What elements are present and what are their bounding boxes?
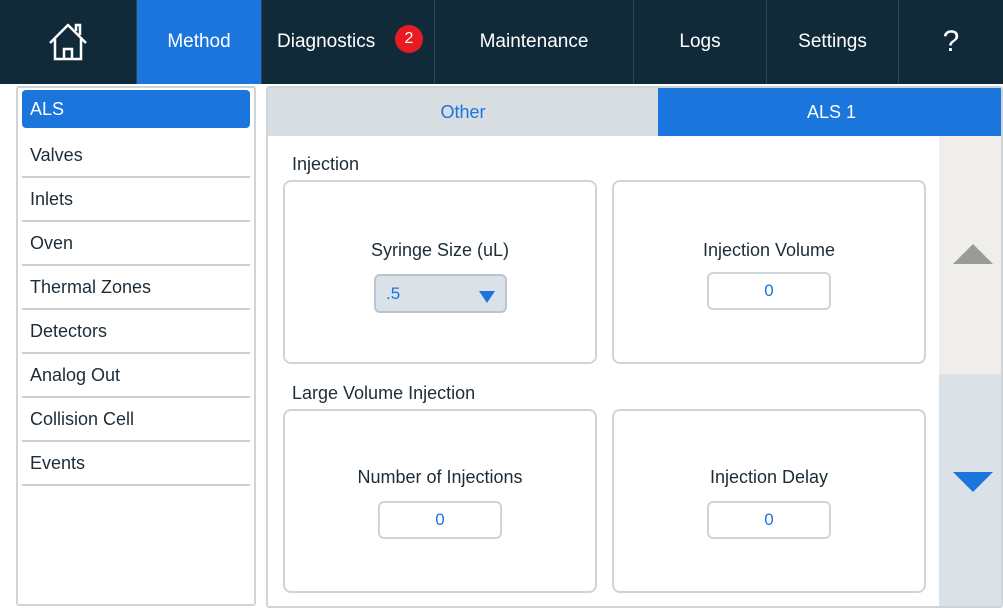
tab-maintenance[interactable]: Maintenance — [435, 0, 633, 84]
syringe-size-value: .5 — [386, 283, 401, 303]
large-volume-section-title: Large Volume Injection — [292, 383, 476, 403]
sidebar-item-label: Detectors — [30, 320, 108, 341]
number-of-injections-label: Number of Injections — [357, 467, 523, 487]
tab-logs-label: Logs — [679, 31, 721, 52]
injection-delay-card: Injection Delay 0 — [612, 409, 926, 593]
tab-logs[interactable]: Logs — [634, 0, 766, 84]
scroll-down-button[interactable] — [939, 374, 1001, 606]
sidebar-item-label: Thermal Zones — [30, 276, 152, 297]
sidebar-item-inlets[interactable]: Inlets — [22, 178, 250, 222]
tab-method[interactable]: Method — [137, 0, 261, 84]
subtab-other[interactable]: Other — [268, 88, 658, 136]
injection-section-title: Injection — [292, 154, 360, 174]
help-icon: ? — [942, 25, 960, 58]
tab-settings-label: Settings — [798, 31, 867, 52]
arrow-down-icon — [953, 472, 993, 492]
sidebar-item-label: ALS — [30, 98, 65, 119]
tab-settings[interactable]: Settings — [767, 0, 898, 84]
injection-volume-label: Injection Volume — [702, 240, 836, 260]
sidebar-item-events[interactable]: Events — [22, 442, 250, 486]
diagnostics-alert-badge: 2 — [395, 25, 423, 53]
subtab-other-label: Other — [440, 101, 486, 122]
sidebar-item-valves[interactable]: Valves — [22, 134, 250, 178]
sidebar-item-analog-out[interactable]: Analog Out — [22, 354, 250, 398]
sub-tab-bar: Other ALS 1 — [268, 88, 1001, 136]
method-sidebar: ALS Valves Inlets Oven Thermal Zones Det… — [16, 86, 256, 606]
als-settings-panel: Other ALS 1 Injection Syringe Size (uL) … — [266, 86, 1003, 608]
sidebar-item-label: Oven — [30, 232, 74, 253]
sidebar-item-label: Valves — [30, 144, 83, 165]
injection-volume-field[interactable]: 0 — [707, 272, 831, 310]
tab-diagnostics-label: Diagnostics — [277, 31, 376, 52]
help-button[interactable]: ? — [899, 0, 1003, 84]
sidebar-item-label: Events — [30, 452, 86, 473]
injection-volume-card: Injection Volume 0 — [612, 180, 926, 364]
sidebar-item-oven[interactable]: Oven — [22, 222, 250, 266]
top-nav-bar: Method Diagnostics 2 Maintenance Logs Se… — [0, 0, 1003, 84]
sidebar-item-als[interactable]: ALS — [22, 90, 250, 128]
sidebar-item-label: Collision Cell — [30, 408, 135, 429]
sidebar-item-detectors[interactable]: Detectors — [22, 310, 250, 354]
syringe-size-card: Syringe Size (uL) .5 — [283, 180, 597, 364]
injection-delay-field[interactable]: 0 — [707, 501, 831, 539]
scroll-up-button[interactable] — [939, 136, 1001, 374]
sidebar-item-thermal-zones[interactable]: Thermal Zones — [22, 266, 250, 310]
tab-maintenance-label: Maintenance — [479, 31, 589, 52]
number-of-injections-field[interactable]: 0 — [378, 501, 502, 539]
syringe-size-dropdown[interactable]: .5 — [374, 274, 507, 313]
home-button[interactable] — [0, 0, 136, 84]
syringe-size-label: Syringe Size (uL) — [370, 240, 510, 260]
chevron-down-icon — [479, 291, 495, 303]
tab-method-label: Method — [167, 31, 231, 52]
home-icon — [49, 23, 87, 61]
sidebar-item-label: Analog Out — [30, 364, 121, 385]
arrow-up-icon — [953, 244, 993, 264]
subtab-als-1[interactable]: ALS 1 — [658, 88, 1001, 136]
injection-delay-label: Injection Delay — [709, 467, 829, 487]
tab-diagnostics[interactable]: Diagnostics 2 — [262, 0, 434, 84]
subtab-als-1-label: ALS 1 — [806, 101, 857, 122]
sidebar-item-label: Inlets — [30, 188, 74, 209]
sidebar-item-collision-cell[interactable]: Collision Cell — [22, 398, 250, 442]
number-of-injections-card: Number of Injections 0 — [283, 409, 597, 593]
